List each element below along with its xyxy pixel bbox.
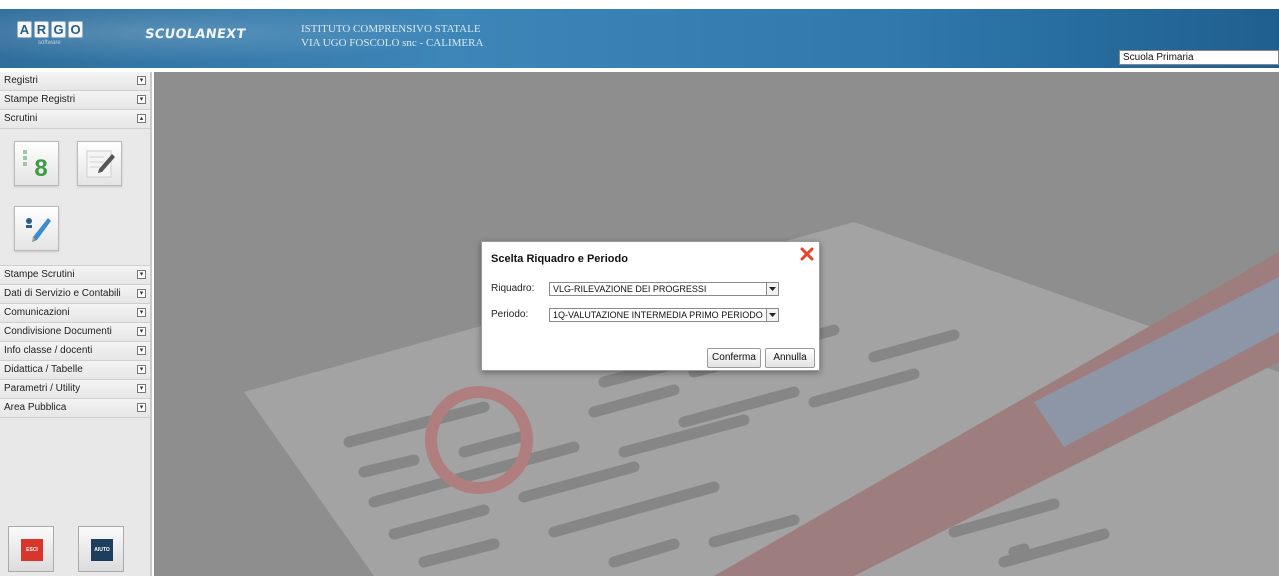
sidebar-item-registri[interactable]: Registri ▾: [0, 72, 150, 91]
collapse-icon[interactable]: ▴: [137, 114, 146, 123]
expand-icon[interactable]: ▾: [137, 384, 146, 393]
sidebar-item-dati-servizio[interactable]: Dati di Servizio e Contabili ▾: [0, 285, 150, 304]
logo-letter: A: [17, 21, 32, 38]
sidebar-footer: ESCI AIUTO: [0, 518, 150, 576]
expand-icon[interactable]: ▾: [137, 346, 146, 355]
sidebar-item-label: Area Pubblica: [4, 402, 67, 413]
logo-letter: O: [68, 21, 83, 38]
riquadro-label-text: Riquadro:: [491, 283, 535, 294]
confirm-button[interactable]: Conferma: [707, 348, 761, 368]
sidebar-item-scrutini[interactable]: Scrutini ▴: [0, 110, 150, 129]
expand-icon[interactable]: ▾: [137, 403, 146, 412]
sidebar-item-label: Parametri / Utility: [4, 383, 81, 394]
scrutini-panel: 8: [0, 129, 150, 266]
sidebar-item-label: Condivisione Documenti: [4, 326, 112, 337]
riquadro-row: Riquadro: VLG-RILEVAZIONE DEI PROGRESSI: [482, 282, 821, 298]
periodo-select-value: 1Q-VALUTAZIONE INTERMEDIA PRIMO PERIODO: [553, 310, 763, 320]
sidebar-item-stampe-scrutini[interactable]: Stampe Scrutini ▾: [0, 266, 150, 285]
expand-icon[interactable]: ▾: [137, 289, 146, 298]
voti-button[interactable]: 8: [14, 141, 59, 186]
logo-letter: G: [51, 21, 66, 38]
grades-icon: 8: [23, 150, 48, 182]
sidebar-item-label: Comunicazioni: [4, 307, 70, 318]
sidebar-item-label: Registri: [4, 75, 38, 86]
riquadro-select-value: VLG-RILEVAZIONE DEI PROGRESSI: [553, 284, 707, 294]
periodo-row: Periodo: 1Q-VALUTAZIONE INTERMEDIA PRIMO…: [482, 308, 821, 324]
expand-icon[interactable]: ▾: [137, 95, 146, 104]
edit-pencil-icon: [86, 150, 115, 178]
sidebar-item-label: Scrutini: [4, 113, 38, 124]
dialog-title: Scelta Riquadro e Periodo: [491, 253, 628, 265]
sidebar-item-label: Dati di Servizio e Contabili: [4, 288, 121, 299]
close-icon[interactable]: [799, 246, 815, 262]
grade-number: 8: [34, 155, 47, 182]
sidebar-item-condivisione-documenti[interactable]: Condivisione Documenti ▾: [0, 323, 150, 342]
sidebar-item-stampe-registri[interactable]: Stampe Registri ▾: [0, 91, 150, 110]
sidebar-item-label: Stampe Registri: [4, 94, 76, 105]
expand-icon[interactable]: ▾: [137, 365, 146, 374]
cancel-button[interactable]: Annulla: [765, 348, 815, 368]
school-type-select[interactable]: Scuola Primaria: [1119, 50, 1279, 65]
chevron-down-icon[interactable]: [766, 309, 778, 321]
giudizi-button[interactable]: [77, 141, 122, 186]
sidebar-item-label: Info classe / docenti: [4, 345, 93, 356]
help-button[interactable]: AIUTO: [78, 526, 124, 572]
sidebar: Registri ▾ Stampe Registri ▾ Scrutini ▴ …: [0, 72, 152, 576]
expand-icon[interactable]: ▾: [137, 76, 146, 85]
expand-icon[interactable]: ▾: [137, 270, 146, 279]
competenze-button[interactable]: [14, 206, 59, 251]
user-pencil-icon: [26, 218, 51, 242]
riquadro-periodo-dialog: Scelta Riquadro e Periodo Riquadro: VLG-…: [481, 241, 820, 371]
exit-button[interactable]: ESCI: [8, 526, 54, 572]
sidebar-item-info-classe[interactable]: Info classe / docenti ▾: [0, 342, 150, 361]
periodo-label-text: Periodo:: [491, 309, 529, 320]
exit-icon: ESCI: [21, 539, 43, 561]
sidebar-item-comunicazioni[interactable]: Comunicazioni ▾: [0, 304, 150, 323]
periodo-select[interactable]: 1Q-VALUTAZIONE INTERMEDIA PRIMO PERIODO: [549, 308, 779, 322]
sidebar-item-didattica[interactable]: Didattica / Tabelle ▾: [0, 361, 150, 380]
logo-subtitle: software: [38, 40, 61, 46]
expand-icon[interactable]: ▾: [137, 327, 146, 336]
expand-icon[interactable]: ▾: [137, 308, 146, 317]
sidebar-item-label: Didattica / Tabelle: [4, 364, 83, 375]
sidebar-item-parametri[interactable]: Parametri / Utility ▾: [0, 380, 150, 399]
riquadro-select[interactable]: VLG-RILEVAZIONE DEI PROGRESSI: [549, 282, 779, 296]
school-name: ISTITUTO COMPRENSIVO STATALE VIA UGO FOS…: [301, 22, 483, 50]
argo-logo: A R G O: [17, 21, 83, 38]
brand-name: SCUOLANEXT: [143, 27, 247, 42]
school-name-line1: ISTITUTO COMPRENSIVO STATALE: [301, 23, 481, 35]
sidebar-item-area-pubblica[interactable]: Area Pubblica ▾: [0, 399, 150, 418]
sidebar-item-label: Stampe Scrutini: [4, 269, 75, 280]
help-icon: AIUTO: [91, 539, 113, 561]
school-name-line2: VIA UGO FOSCOLO snc - CALIMERA: [301, 37, 484, 49]
chevron-down-icon[interactable]: [766, 283, 778, 295]
logo-letter: R: [34, 21, 49, 38]
app-header: A R G O software SCUOLANEXT ISTITUTO COM…: [0, 9, 1279, 68]
